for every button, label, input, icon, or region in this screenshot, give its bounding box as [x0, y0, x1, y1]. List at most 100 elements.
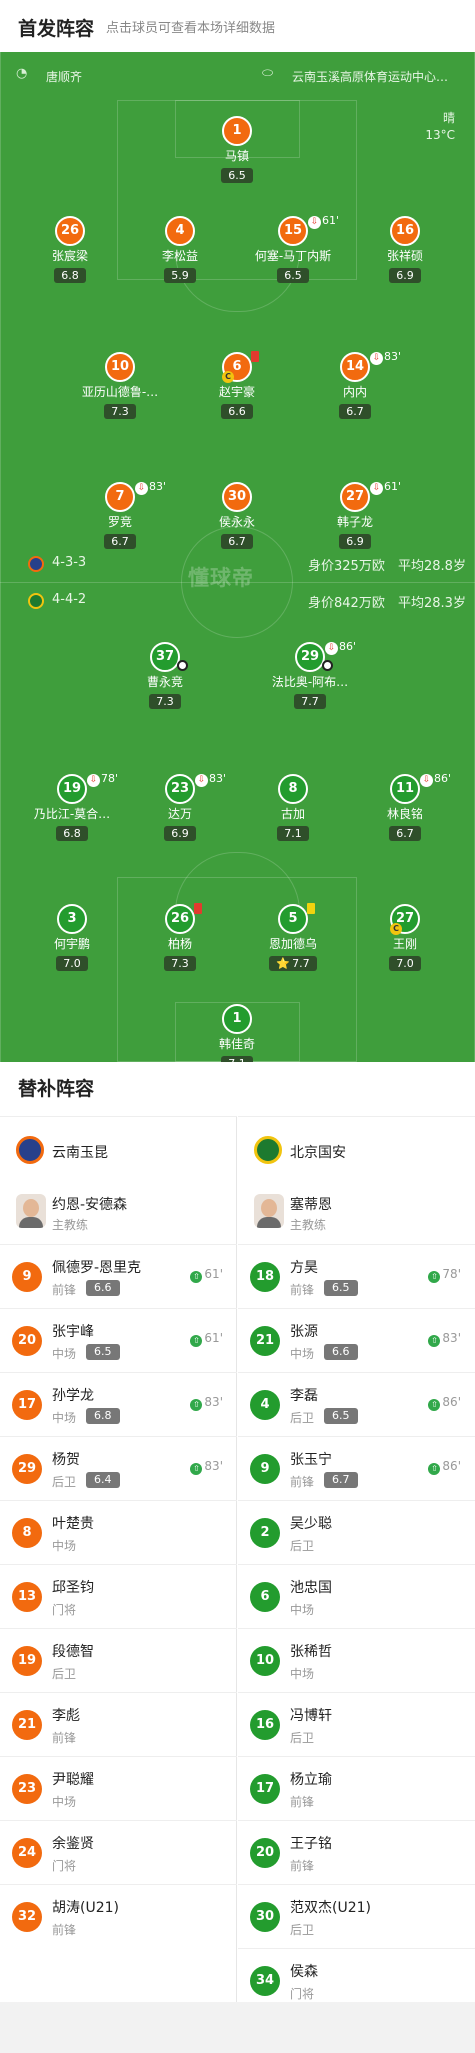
bench-player-row[interactable]: 24 余鉴贤 门将 [0, 1820, 237, 1884]
player-number: 5 [278, 904, 308, 934]
player-position: 后卫 [290, 1411, 315, 1425]
home-player[interactable]: 10 亚历山德鲁-… 7.3 [55, 352, 185, 419]
player-name: 亚历山德鲁-… [81, 385, 159, 399]
bench-player-row[interactable]: 10 张稀哲 中场 [238, 1628, 475, 1692]
player-rating: 6.5 [221, 168, 253, 183]
home-player[interactable]: 30 侯永永 6.7 [172, 482, 302, 549]
player-rating: 6.8 [56, 826, 88, 841]
player-name: 杨贺 [52, 1452, 80, 1468]
player-position: 中场 [52, 1347, 77, 1361]
bench-player-row[interactable]: 34 侯森 门将 [238, 1948, 475, 2012]
bench-player-row[interactable]: 9 佩德罗-恩里克 前锋 6.6 ⇧ 61' [0, 1244, 237, 1308]
home-player[interactable]: 1 马镇 6.5 [172, 116, 302, 183]
away-player[interactable]: 5 恩加德乌 ⭐ 7.7 [228, 903, 358, 971]
away-player[interactable]: 37 曹永竞 7.3 [100, 642, 230, 709]
bench-player-row[interactable]: 21 张源 中场 6.6 ⇧ 83' [238, 1308, 475, 1372]
home-player[interactable]: 4 李松益 5.9 [115, 216, 245, 283]
bench-player-row[interactable]: 19 段德智 后卫 [0, 1628, 237, 1692]
sub-arrow-icon: ⇩ [308, 216, 321, 229]
player-position: 前锋 [290, 1859, 315, 1873]
bench-player-row[interactable]: 2 吴少聪 后卫 [238, 1500, 475, 1564]
away-player[interactable]: 27 C 王刚 7.0 [340, 904, 470, 971]
away-team-value: 身价842万欧 [308, 596, 385, 611]
bench-player-row[interactable]: 32 胡涛(U21) 前锋 [0, 1884, 237, 1948]
bench-player-row[interactable]: 30 范双杰(U21) 后卫 [238, 1884, 475, 1948]
rating-value: 7.0 [396, 957, 414, 970]
home-player[interactable]: 16 张祥硕 6.9 [340, 216, 470, 283]
player-name: 何塞-马丁内斯 [254, 249, 332, 263]
rating-value: 7.7 [301, 695, 319, 708]
player-rating: 6.5 [324, 1280, 358, 1296]
bench-player-row[interactable]: 20 张宇峰 中场 6.5 ⇧ 61' [0, 1308, 237, 1372]
bench-player-row[interactable]: 18 方昊 前锋 6.5 ⇧ 78' [238, 1244, 475, 1308]
player-number: 20 [12, 1326, 42, 1356]
red-card-icon [251, 351, 259, 362]
sub-in-arrow-icon: ⇧ [428, 1335, 441, 1347]
sub-time: 83' [384, 350, 402, 363]
home-player[interactable]: 6 C 赵宇豪 6.6 [172, 351, 302, 419]
rating-value: 6.7 [396, 827, 414, 840]
bench-player-row[interactable]: 23 尹聪耀 中场 [0, 1756, 237, 1820]
sub-time: 86' [442, 1395, 461, 1409]
home-coach[interactable]: 约恩-安德森 主教练 [0, 1180, 237, 1244]
home-player[interactable]: 14 ⇩ 83' 内内 6.7 [290, 350, 420, 419]
player-number: 8 [278, 774, 308, 804]
bench-player-row[interactable]: 8 叶楚贵 中场 [0, 1500, 237, 1564]
home-player[interactable]: 27 ⇩ 61' 韩子龙 6.9 [290, 480, 420, 549]
player-position: 门将 [52, 1603, 77, 1617]
home-player[interactable]: 7 ⇩ 83' 罗竞 6.7 [55, 480, 185, 549]
home-team-name: 云南玉昆 [52, 1145, 108, 1161]
bench-player-row[interactable]: 20 王子铭 前锋 [238, 1820, 475, 1884]
sub-time: 83' [149, 480, 167, 493]
player-number: 2 [250, 1518, 280, 1548]
sub-time: 61' [204, 1331, 223, 1345]
rating-value: 6.7 [111, 535, 129, 548]
player-position: 前锋 [290, 1795, 315, 1809]
bench-player-row[interactable]: 4 李磊 后卫 6.5 ⇧ 86' [238, 1372, 475, 1436]
sub-off-indicator: ⇩ 61' [370, 480, 401, 495]
player-name: 张玉宁 [290, 1452, 332, 1468]
home-player[interactable]: 15 ⇩ 61' 何塞-马丁内斯 6.5 [228, 214, 358, 283]
goal-ball-icon [177, 660, 188, 671]
player-rating: 7.7 [294, 694, 326, 709]
player-position: 中场 [290, 1603, 315, 1617]
bench-player-row[interactable]: 17 杨立瑜 前锋 [238, 1756, 475, 1820]
away-coach-avatar [254, 1194, 284, 1228]
away-player[interactable]: 26 柏杨 7.3 [115, 903, 245, 971]
player-name: 马镇 [224, 149, 249, 163]
away-player[interactable]: 23 ⇩ 83' 达万 6.9 [115, 772, 245, 841]
bench-player-row[interactable]: 9 张玉宁 前锋 6.7 ⇧ 86' [238, 1436, 475, 1500]
player-number: 1 [222, 116, 252, 146]
away-player[interactable]: 8 古加 7.1 [228, 774, 358, 841]
bench-player-row[interactable]: 6 池忠国 中场 [238, 1564, 475, 1628]
player-number: 29 [295, 642, 325, 672]
player-position: 后卫 [290, 1923, 315, 1937]
bench-player-row[interactable]: 29 杨贺 后卫 6.4 ⇧ 83' [0, 1436, 237, 1500]
sub-arrow-icon: ⇩ [420, 774, 433, 787]
away-player[interactable]: 29 ⇩ 86' 法比奥-阿布… 7.7 [245, 640, 375, 709]
sub-arrow-icon: ⇩ [370, 352, 383, 365]
stadium-icon: ⬭ [262, 66, 274, 81]
sub-in-arrow-icon: ⇧ [428, 1463, 441, 1475]
bench-player-row[interactable]: 13 邱圣钧 门将 [0, 1564, 237, 1628]
player-name: 古加 [280, 807, 305, 821]
red-card-icon [194, 903, 202, 914]
away-coach[interactable]: 塞蒂恩 主教练 [238, 1180, 475, 1244]
bench-player-row[interactable]: 17 孙学龙 中场 6.8 ⇧ 83' [0, 1372, 237, 1436]
player-position: 中场 [290, 1347, 315, 1361]
player-name: 柏杨 [167, 937, 192, 951]
bench-player-row[interactable]: 21 李彪 前锋 [0, 1692, 237, 1756]
home-team-header[interactable]: 云南玉昆 [0, 1116, 237, 1180]
sub-in-arrow-icon: ⇧ [190, 1463, 203, 1475]
star-icon: ⭐ [276, 957, 291, 970]
sub-off-indicator: ⇩ 61' [308, 214, 339, 229]
bench-player-row[interactable]: 16 冯博轩 后卫 [238, 1692, 475, 1756]
player-rating: 7.3 [104, 404, 136, 419]
player-number: 30 [222, 482, 252, 512]
away-team-header[interactable]: 北京国安 [238, 1116, 475, 1180]
away-player[interactable]: 11 ⇩ 86' 林良铭 6.7 [340, 772, 470, 841]
rating-value: 6.5 [228, 169, 246, 182]
player-name: 尹聪耀 [52, 1772, 94, 1788]
away-player[interactable]: 1韩佳奇7.1 [172, 1004, 302, 1062]
player-name: 王子铭 [290, 1836, 332, 1852]
